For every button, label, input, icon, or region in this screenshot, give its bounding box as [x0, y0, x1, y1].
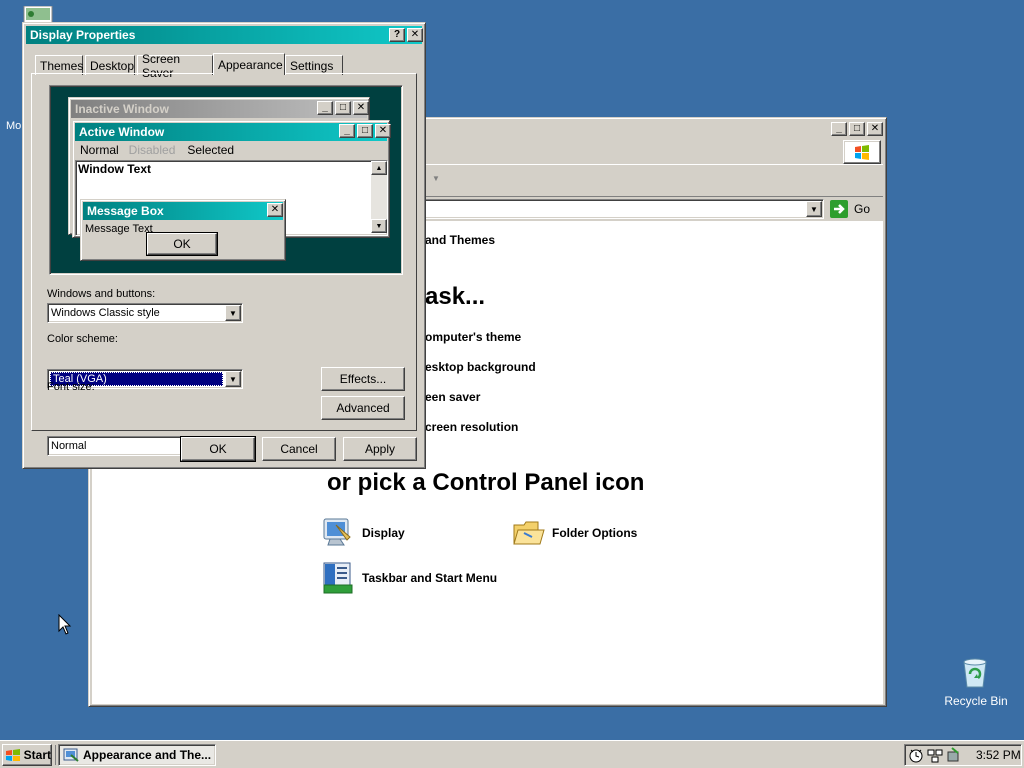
taskbar-task-label: Appearance and The...	[83, 748, 212, 762]
windows-flag-icon	[855, 145, 869, 160]
display-properties-dialog: Display Properties ? ✕ Themes Desktop Sc…	[22, 22, 426, 469]
close-button[interactable]: ✕	[407, 28, 423, 42]
maximize-button[interactable]: □	[849, 122, 865, 136]
display-icon-label: Display	[362, 526, 405, 540]
preview-msgbox-title: Message Box	[87, 204, 164, 218]
preview-menu-disabled: Disabled	[128, 143, 176, 157]
advanced-button[interactable]: Advanced	[321, 396, 405, 420]
taskbar: Start Appearance and The... 3:52 PM	[0, 740, 1024, 768]
ok-button[interactable]: OK	[180, 436, 256, 462]
display-icon-item[interactable]: Display	[322, 517, 405, 549]
task-link-resolution[interactable]: creen resolution	[425, 420, 518, 434]
category-heading-partial: and Themes	[425, 233, 496, 247]
close-icon: ✕	[353, 101, 369, 115]
folder-options-icon-item[interactable]: Folder Options	[512, 517, 637, 549]
effects-button[interactable]: Effects...	[321, 367, 405, 391]
taskbar-start-menu-label: Taskbar and Start Menu	[362, 571, 498, 585]
recycle-bin-label: Recycle Bin	[944, 694, 1008, 708]
windows-buttons-label: Windows and buttons:	[47, 288, 156, 300]
help-button[interactable]: ?	[389, 28, 405, 42]
preview-active-caption-buttons: _ □ ✕	[337, 124, 391, 138]
font-size-label: Font size:	[47, 381, 95, 393]
windows-buttons-select[interactable]: Windows Classic style ▼	[47, 303, 243, 323]
preview-active-title: Active Window	[79, 125, 165, 139]
control-panel-icon	[63, 748, 79, 762]
appearance-tab-page: Inactive Window _ □ ✕ Active Window _ □ …	[31, 73, 417, 456]
toolbar-dropdown-arrow[interactable]: ▼	[432, 174, 440, 183]
windows-logo-throbber	[843, 140, 881, 164]
minimize-icon: _	[317, 101, 333, 115]
dialog-title: Display Properties	[30, 28, 136, 42]
chevron-down-icon: ▼	[225, 371, 241, 387]
tray-status-icon[interactable]	[946, 747, 962, 763]
preview-menu-bar: Normal Disabled Selected	[75, 142, 387, 158]
taskbar-start-menu-icon-item[interactable]: Taskbar and Start Menu	[322, 561, 497, 595]
preview-scrollbar: ▲ ▼	[371, 161, 387, 233]
address-dropdown-button[interactable]: ▼	[806, 201, 822, 217]
recycle-bin-icon	[963, 658, 987, 688]
pick-icon-heading: or pick a Control Panel icon	[327, 469, 645, 496]
close-icon: ✕	[375, 124, 391, 138]
scroll-up-icon: ▲	[371, 161, 387, 175]
tab-themes[interactable]: Themes	[35, 55, 83, 75]
go-button[interactable]: Go	[830, 200, 870, 218]
preview-inactive-caption-buttons: _ □ ✕	[315, 101, 369, 115]
color-scheme-label: Color scheme:	[47, 333, 118, 345]
cancel-button[interactable]: Cancel	[262, 437, 336, 461]
maximize-icon: □	[335, 101, 351, 115]
apply-button[interactable]: Apply	[343, 437, 417, 461]
windows-buttons-value: Windows Classic style	[51, 307, 160, 319]
windows-flag-icon	[6, 749, 20, 761]
tab-appearance[interactable]: Appearance	[213, 53, 285, 75]
minimize-icon: _	[339, 124, 355, 138]
clock-tray-icon[interactable]	[908, 747, 924, 763]
preview-window-text: Window Text	[78, 162, 151, 176]
mouse-pointer-icon	[58, 614, 72, 635]
preview-msgbox-ok: OK	[146, 232, 218, 256]
pick-task-heading-partial: ask...	[425, 283, 486, 310]
desktop-icon-label-partial: Mo	[6, 120, 22, 132]
maximize-icon: □	[357, 124, 373, 138]
control-panel-caption-buttons: _ □ ✕	[829, 122, 883, 136]
task-link-screensaver[interactable]: een saver	[425, 390, 480, 404]
go-label: Go	[854, 202, 871, 216]
tab-screen-saver[interactable]: Screen Saver	[137, 52, 213, 80]
preview-inactive-title: Inactive Window	[75, 102, 169, 116]
network-tray-icon[interactable]	[927, 747, 943, 763]
tab-strip: Themes Desktop Screen Saver Appearance S…	[33, 52, 413, 80]
scroll-down-icon: ▼	[371, 219, 387, 233]
close-icon: ✕	[267, 203, 283, 217]
taskbar-task-button[interactable]: Appearance and The...	[58, 744, 216, 766]
display-monitor-icon	[323, 518, 351, 546]
folder-options-label: Folder Options	[552, 526, 638, 540]
tab-desktop[interactable]: Desktop	[85, 55, 135, 75]
dialog-caption-buttons: ? ✕	[387, 28, 423, 42]
close-button[interactable]: ✕	[867, 122, 883, 136]
taskbar-start-menu-icon	[323, 562, 353, 594]
preview-menu-selected: Selected	[187, 143, 235, 157]
preview-msgbox-text: Message Text	[85, 223, 153, 235]
chevron-down-icon: ▼	[225, 305, 241, 321]
recycle-bin[interactable]: Recycle Bin	[940, 656, 1012, 712]
preview-message-box: Message Box ✕ Message Text OK	[80, 199, 286, 261]
start-label: Start	[23, 748, 51, 762]
preview-menu-normal: Normal	[80, 143, 119, 157]
task-link-background[interactable]: esktop background	[425, 360, 536, 374]
preview-msgbox-titlebar: Message Box	[83, 202, 283, 220]
tab-settings[interactable]: Settings	[285, 55, 343, 75]
appearance-preview: Inactive Window _ □ ✕ Active Window _ □ …	[49, 85, 403, 275]
clock: 3:52 PM	[976, 748, 1021, 762]
folder-icon	[513, 521, 545, 545]
go-arrow-icon	[830, 200, 848, 218]
start-button[interactable]: Start	[2, 744, 52, 766]
dialog-titlebar: Display Properties	[26, 26, 422, 44]
task-link-theme[interactable]: omputer's theme	[425, 330, 521, 344]
system-tray: 3:52 PM	[904, 744, 1022, 766]
minimize-button[interactable]: _	[831, 122, 847, 136]
